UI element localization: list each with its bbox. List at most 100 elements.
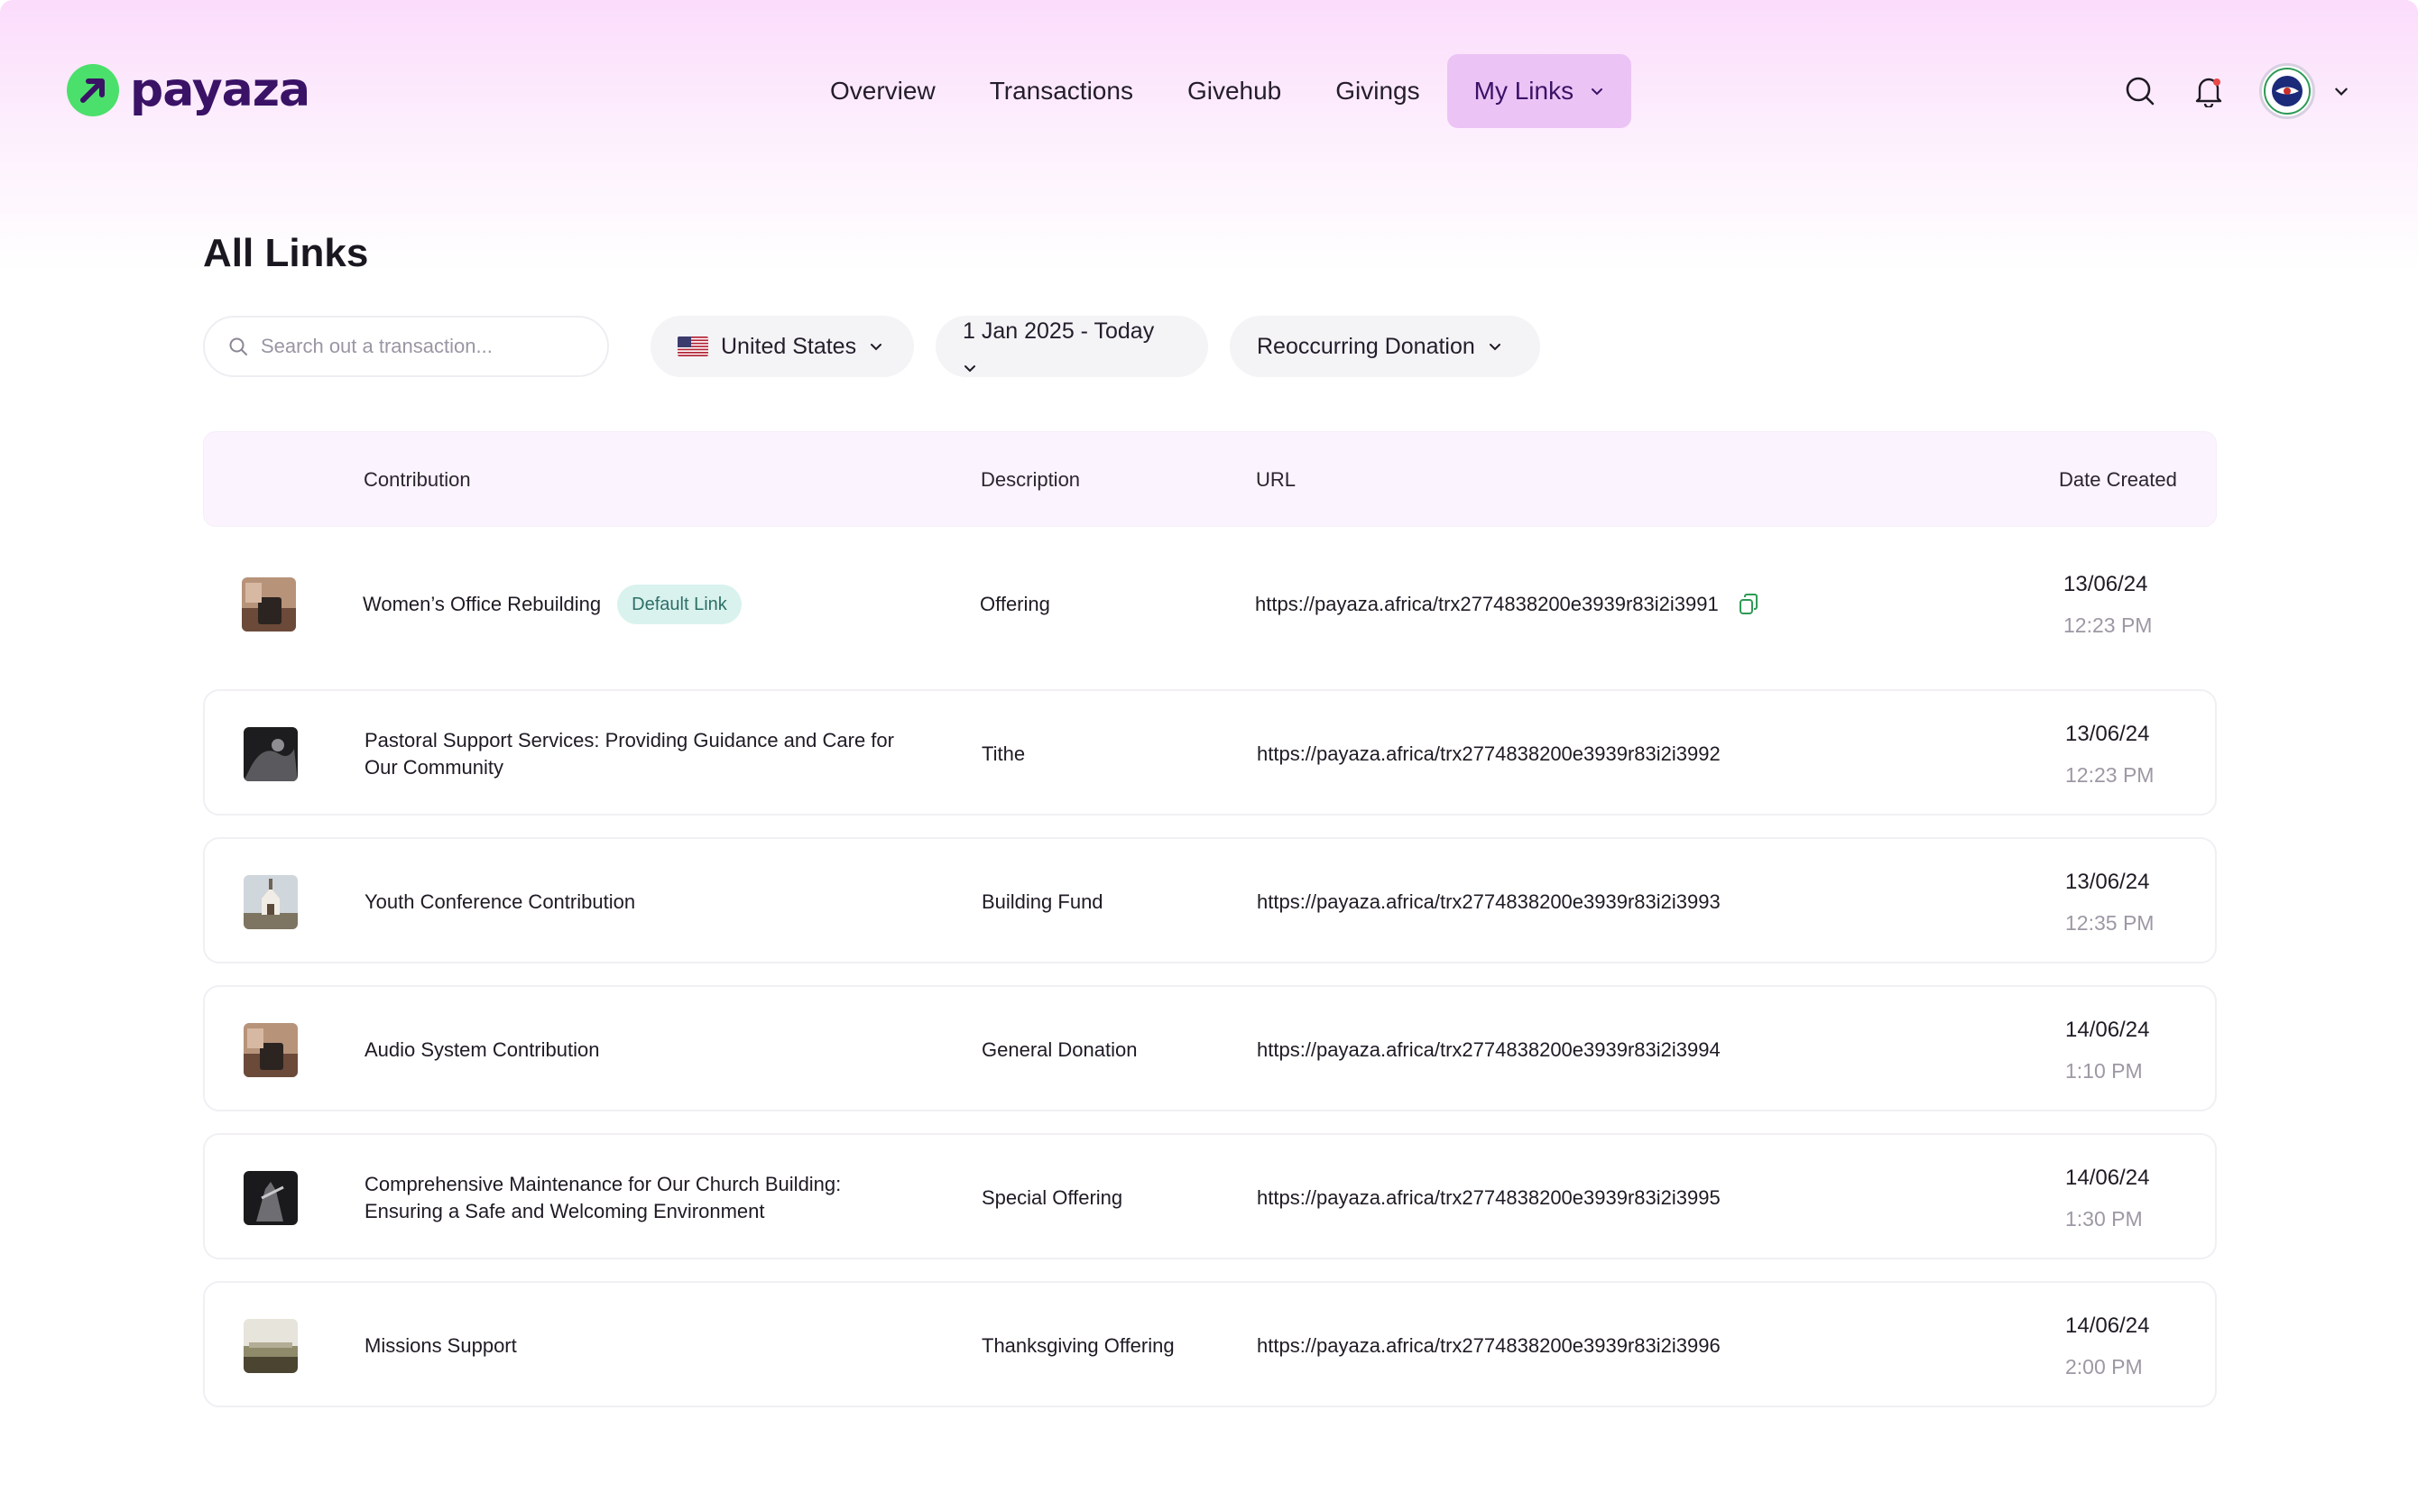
- chevron-down-icon: [1489, 344, 1500, 351]
- date-created-cell: 14/06/24 1:30 PM: [2065, 1135, 2201, 1261]
- contribution-thumbnail: [244, 727, 298, 781]
- chevron-down-icon: [2335, 88, 2348, 96]
- chevron-down-icon: [871, 344, 882, 351]
- table-row[interactable]: Pastoral Support Services: Providing Gui…: [203, 689, 2217, 816]
- description-cell: Offering: [980, 593, 1050, 615]
- description-cell: General Donation: [982, 1038, 1138, 1061]
- column-contribution[interactable]: Contribution: [364, 432, 471, 528]
- date-created-cell: 13/06/24 12:23 PM: [2063, 541, 2199, 668]
- created-date: 14/06/24: [2065, 1017, 2150, 1042]
- avatar-seal-icon: [2259, 63, 2315, 119]
- url-cell: https://payaza.africa/trx2774838200e3939…: [1257, 691, 1888, 817]
- donation-type-label: Reoccurring Donation: [1257, 333, 1475, 359]
- copy-icon[interactable]: [1737, 593, 1760, 616]
- link-url[interactable]: https://payaza.africa/trx2774838200e3939…: [1257, 890, 1721, 914]
- date-range-filter[interactable]: 1 Jan 2025 - Today: [936, 316, 1208, 377]
- contribution-cell: Women’s Office Rebuilding Default Link: [363, 541, 904, 668]
- contribution-name: Pastoral Support Services: Providing Gui…: [365, 729, 894, 779]
- table-row[interactable]: Audio System Contribution General Donati…: [203, 985, 2217, 1111]
- table-row[interactable]: Women’s Office Rebuilding Default Link O…: [203, 541, 2217, 668]
- contribution-thumbnail: [242, 577, 296, 632]
- contribution-thumbnail: [244, 1319, 298, 1373]
- column-url[interactable]: URL: [1256, 432, 1296, 528]
- date-range-label: 1 Jan 2025 - Today: [963, 318, 1155, 344]
- contribution-name: Women’s Office Rebuilding: [363, 593, 602, 615]
- created-date: 14/06/24: [2065, 1165, 2150, 1190]
- table-row[interactable]: Youth Conference Contribution Building F…: [203, 837, 2217, 963]
- country-filter[interactable]: United States: [651, 316, 914, 377]
- header-actions: [2122, 61, 2349, 121]
- url-cell: https://payaza.africa/trx2774838200e3939…: [1257, 839, 1888, 965]
- table-header: Contribution Description URL Date Create…: [203, 431, 2217, 527]
- created-time: 12:23 PM: [2063, 613, 2153, 637]
- nav-overview[interactable]: Overview: [803, 54, 963, 128]
- link-url[interactable]: https://payaza.africa/trx2774838200e3939…: [1257, 1038, 1721, 1062]
- date-created-cell: 14/06/24 2:00 PM: [2065, 1283, 2201, 1409]
- nav-givings[interactable]: Givings: [1308, 54, 1446, 128]
- contribution-name: Comprehensive Maintenance for Our Church…: [365, 1173, 842, 1222]
- logo-mark-icon: [67, 64, 119, 116]
- url-cell: https://payaza.africa/trx2774838200e3939…: [1257, 1135, 1888, 1261]
- donation-type-filter[interactable]: Reoccurring Donation: [1230, 316, 1540, 377]
- search-input[interactable]: [261, 335, 584, 358]
- main-nav: Overview Transactions Givehub Givings My…: [803, 54, 1632, 128]
- date-created-cell: 13/06/24 12:35 PM: [2065, 839, 2201, 965]
- created-time: 12:23 PM: [2065, 762, 2155, 787]
- contribution-thumbnail: [244, 1023, 298, 1077]
- search-box[interactable]: [203, 316, 609, 377]
- created-date: 14/06/24: [2065, 1313, 2150, 1338]
- date-created-cell: 13/06/24 12:23 PM: [2065, 691, 2201, 817]
- profile-menu[interactable]: [2259, 63, 2349, 119]
- contribution-cell: Comprehensive Maintenance for Our Church…: [365, 1135, 906, 1261]
- url-cell: https://payaza.africa/trx2774838200e3939…: [1255, 541, 1887, 668]
- chevron-down-icon: [1592, 88, 1603, 96]
- contribution-cell: Youth Conference Contribution: [365, 839, 906, 965]
- contribution-cell: Pastoral Support Services: Providing Gui…: [365, 691, 906, 817]
- description-cell: Thanksgiving Offering: [982, 1334, 1175, 1357]
- date-created-cell: 14/06/24 1:10 PM: [2065, 987, 2201, 1113]
- page-title: All Links: [203, 231, 369, 275]
- created-time: 12:35 PM: [2065, 910, 2155, 935]
- link-url[interactable]: https://payaza.africa/trx2774838200e3939…: [1257, 742, 1721, 766]
- column-description[interactable]: Description: [981, 432, 1080, 528]
- description-cell: Tithe: [982, 742, 1026, 765]
- search-icon: [229, 337, 247, 355]
- created-date: 13/06/24: [2065, 869, 2150, 894]
- created-time: 1:10 PM: [2065, 1058, 2143, 1083]
- contribution-name: Audio System Contribution: [365, 1038, 600, 1061]
- description-cell: Special Offering: [982, 1186, 1123, 1209]
- description-cell: Building Fund: [982, 890, 1103, 913]
- url-cell: https://payaza.africa/trx2774838200e3939…: [1257, 1283, 1888, 1409]
- link-url[interactable]: https://payaza.africa/trx2774838200e3939…: [1257, 1186, 1721, 1210]
- link-url[interactable]: https://payaza.africa/trx2774838200e3939…: [1255, 593, 1719, 616]
- created-time: 2:00 PM: [2065, 1354, 2143, 1378]
- created-date: 13/06/24: [2063, 571, 2148, 596]
- filter-bar: United States 1 Jan 2025 - Today Reoccur…: [203, 316, 1540, 377]
- contribution-cell: Audio System Contribution: [365, 987, 906, 1113]
- chevron-down-icon: [964, 364, 975, 372]
- country-filter-label: United States: [721, 333, 857, 359]
- us-flag-icon: [678, 337, 708, 356]
- column-date-created[interactable]: Date Created: [2059, 432, 2177, 528]
- bell-icon[interactable]: [2191, 73, 2227, 109]
- created-time: 1:30 PM: [2065, 1206, 2143, 1231]
- contribution-name: Missions Support: [365, 1334, 517, 1357]
- created-date: 13/06/24: [2065, 721, 2150, 746]
- url-cell: https://payaza.africa/trx2774838200e3939…: [1257, 987, 1888, 1113]
- table-row[interactable]: Missions Support Thanksgiving Offering h…: [203, 1281, 2217, 1407]
- contribution-name: Youth Conference Contribution: [365, 890, 636, 913]
- nav-givehub[interactable]: Givehub: [1160, 54, 1308, 128]
- contribution-thumbnail: [244, 1171, 298, 1225]
- top-header: payaza Overview Transactions Givehub Giv…: [0, 0, 2418, 180]
- default-link-badge: Default Link: [617, 585, 742, 624]
- brand-name: payaza: [130, 63, 310, 117]
- nav-my-links[interactable]: My Links: [1446, 54, 1632, 128]
- link-url[interactable]: https://payaza.africa/trx2774838200e3939…: [1257, 1334, 1721, 1358]
- nav-transactions[interactable]: Transactions: [963, 54, 1160, 128]
- table-row[interactable]: Comprehensive Maintenance for Our Church…: [203, 1133, 2217, 1259]
- nav-my-links-label: My Links: [1473, 77, 1574, 105]
- search-icon[interactable]: [2122, 73, 2158, 109]
- contribution-cell: Missions Support: [365, 1283, 906, 1409]
- contribution-thumbnail: [244, 875, 298, 929]
- brand-logo[interactable]: payaza: [67, 63, 310, 117]
